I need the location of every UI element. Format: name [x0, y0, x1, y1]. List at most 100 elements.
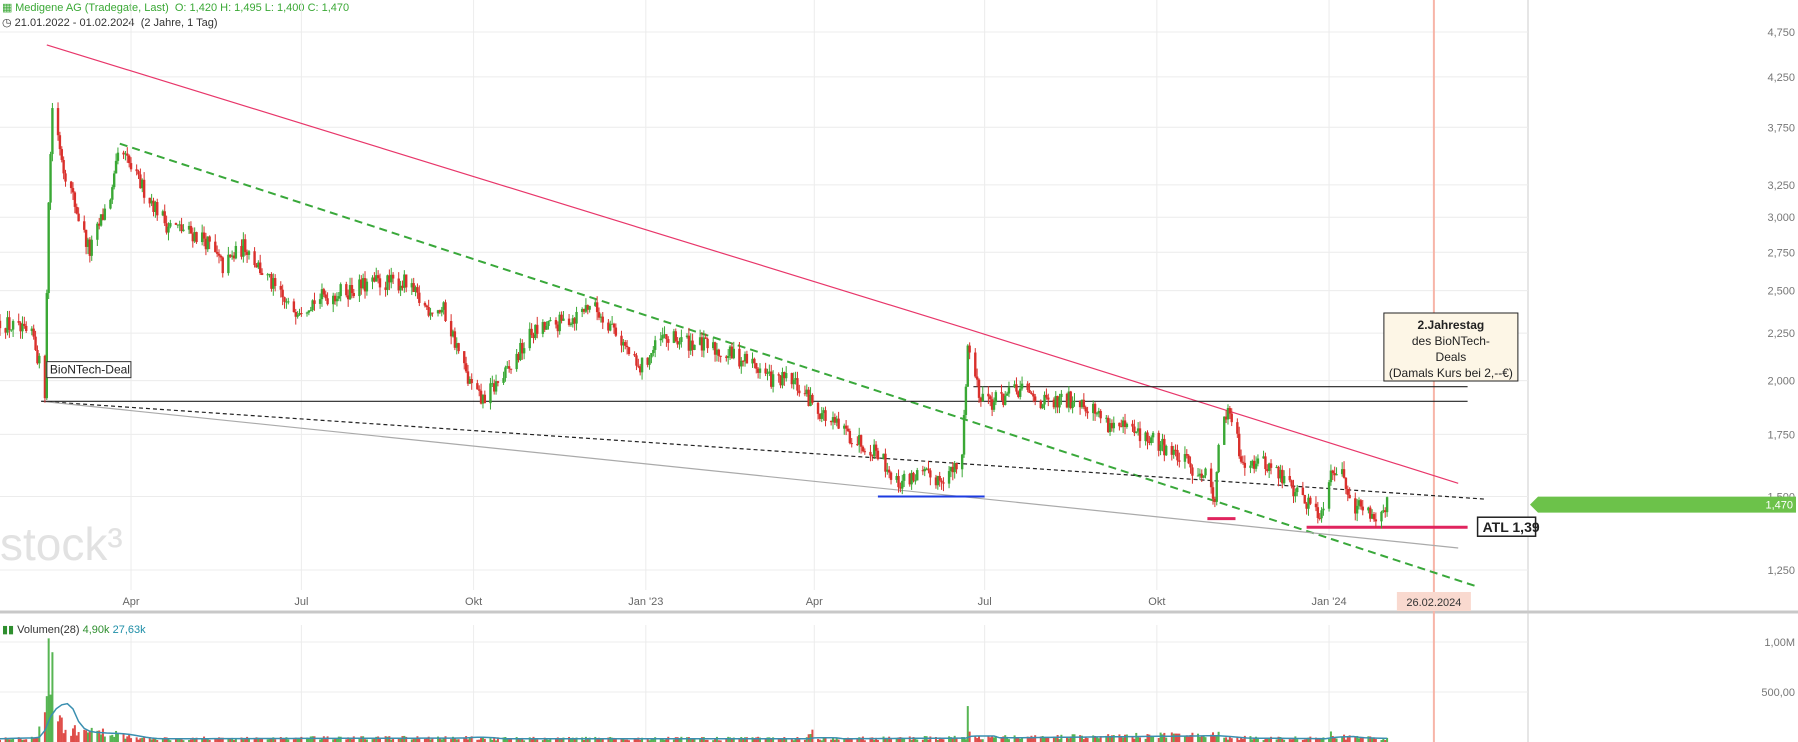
- last-price-badge: 1,470: [1530, 496, 1796, 513]
- candle-body: [1189, 463, 1192, 468]
- candle-body: [1288, 475, 1291, 481]
- candle-body: [1073, 400, 1076, 403]
- candle-body: [1322, 508, 1325, 511]
- candle-body: [489, 383, 492, 404]
- volume-bar: [122, 733, 125, 742]
- volume-bar: [135, 737, 138, 742]
- volume-tick-label: 1,00M: [1764, 637, 1795, 649]
- volume-bar: [1137, 737, 1140, 742]
- volume-bar: [1122, 737, 1125, 742]
- candle-body: [938, 476, 941, 481]
- candle-body: [214, 241, 217, 253]
- volume-bar: [1264, 738, 1267, 742]
- volume-bar: [1054, 737, 1057, 742]
- grid: stock³: [0, 0, 1798, 742]
- volume-bar: [1200, 736, 1203, 742]
- candle-body: [704, 337, 707, 339]
- candle-body: [221, 257, 224, 274]
- volume-bar: [1309, 736, 1312, 742]
- candle-body: [376, 275, 380, 279]
- candle-body: [955, 462, 958, 470]
- candle-body: [792, 379, 795, 385]
- volume-bar: [143, 737, 146, 742]
- volume-bar: [1329, 731, 1332, 742]
- candle-body: [575, 311, 578, 324]
- candle-body: [914, 480, 917, 482]
- candle-body: [635, 355, 638, 366]
- trendline-gray-support: [41, 400, 1459, 549]
- candle-body: [1256, 458, 1260, 464]
- volume-tick-label: 500,00: [1761, 687, 1795, 699]
- candle-body: [567, 318, 571, 325]
- volume-bar: [976, 738, 979, 742]
- volume-bar: [444, 736, 447, 742]
- candle-body: [423, 302, 427, 306]
- candle-body: [1335, 474, 1338, 476]
- candle-body: [846, 428, 850, 431]
- candle-body: [974, 352, 977, 377]
- candle-body: [1150, 437, 1153, 444]
- volume-bar: [755, 737, 758, 742]
- candle-body: [624, 342, 627, 346]
- candle-body: [1241, 461, 1245, 463]
- candle-body: [981, 393, 984, 402]
- volume-bar: [768, 737, 771, 742]
- volume-bar: [109, 735, 112, 742]
- volume-bar: [1135, 732, 1138, 742]
- candle-body: [116, 152, 120, 161]
- candle-body: [717, 349, 721, 356]
- trendlines: [41, 44, 1487, 588]
- price-chart[interactable]: stock³ 1,2501,5001,7502,0002,2502,5002,7…: [0, 0, 1798, 742]
- candle-body: [992, 402, 996, 410]
- volume-bar: [1174, 733, 1177, 742]
- x-tick-label: Jul: [978, 596, 992, 608]
- candle-body: [562, 318, 565, 321]
- volume-bar: [1277, 736, 1280, 742]
- candle-body: [32, 328, 35, 337]
- y-tick-label: 1,750: [1767, 429, 1795, 441]
- volume-bar: [955, 738, 958, 742]
- volume-bar: [1225, 737, 1228, 742]
- candle-body: [1314, 503, 1318, 508]
- volume-bars: [0, 638, 1389, 742]
- volume-bar: [676, 737, 679, 742]
- candle-body: [874, 444, 878, 451]
- volume-bar: [130, 738, 133, 742]
- candle-body: [1007, 387, 1011, 394]
- volume-bar: [111, 734, 114, 742]
- volume-bar: [438, 738, 441, 742]
- candle-body: [764, 368, 767, 374]
- candle-body: [648, 357, 651, 365]
- candle-body: [625, 345, 629, 348]
- candle-body: [1282, 475, 1286, 484]
- candle-body: [1361, 506, 1364, 511]
- candle-body: [1159, 444, 1162, 451]
- candle-body: [337, 296, 341, 299]
- candle-body: [912, 472, 915, 481]
- candle-body: [1243, 462, 1247, 468]
- last-price-label: 1,470: [1765, 500, 1793, 512]
- candle-body: [1187, 455, 1190, 464]
- volume-bar: [116, 733, 119, 742]
- candle-body: [25, 325, 28, 331]
- volume-bar: [339, 736, 342, 742]
- candle-body: [305, 312, 309, 314]
- volume-bar: [384, 736, 387, 742]
- volume-bar: [1139, 737, 1141, 742]
- candle-body: [324, 294, 327, 299]
- volume-bar: [1243, 735, 1246, 742]
- volume-bar: [1358, 738, 1361, 742]
- volume-bar: [700, 737, 703, 742]
- volume-bar: [465, 736, 468, 742]
- candle-body: [1026, 383, 1029, 390]
- candle-body: [863, 451, 867, 453]
- annotation-text: BioNTech-Deal: [50, 363, 130, 377]
- candle-body: [848, 430, 852, 444]
- volume-bar: [1163, 732, 1166, 742]
- candle-body: [1238, 433, 1241, 457]
- candle-body: [114, 160, 118, 174]
- candle-body: [1301, 487, 1305, 495]
- candle-body: [1071, 402, 1074, 409]
- volume-bar: [974, 736, 977, 742]
- candle-body: [609, 324, 612, 331]
